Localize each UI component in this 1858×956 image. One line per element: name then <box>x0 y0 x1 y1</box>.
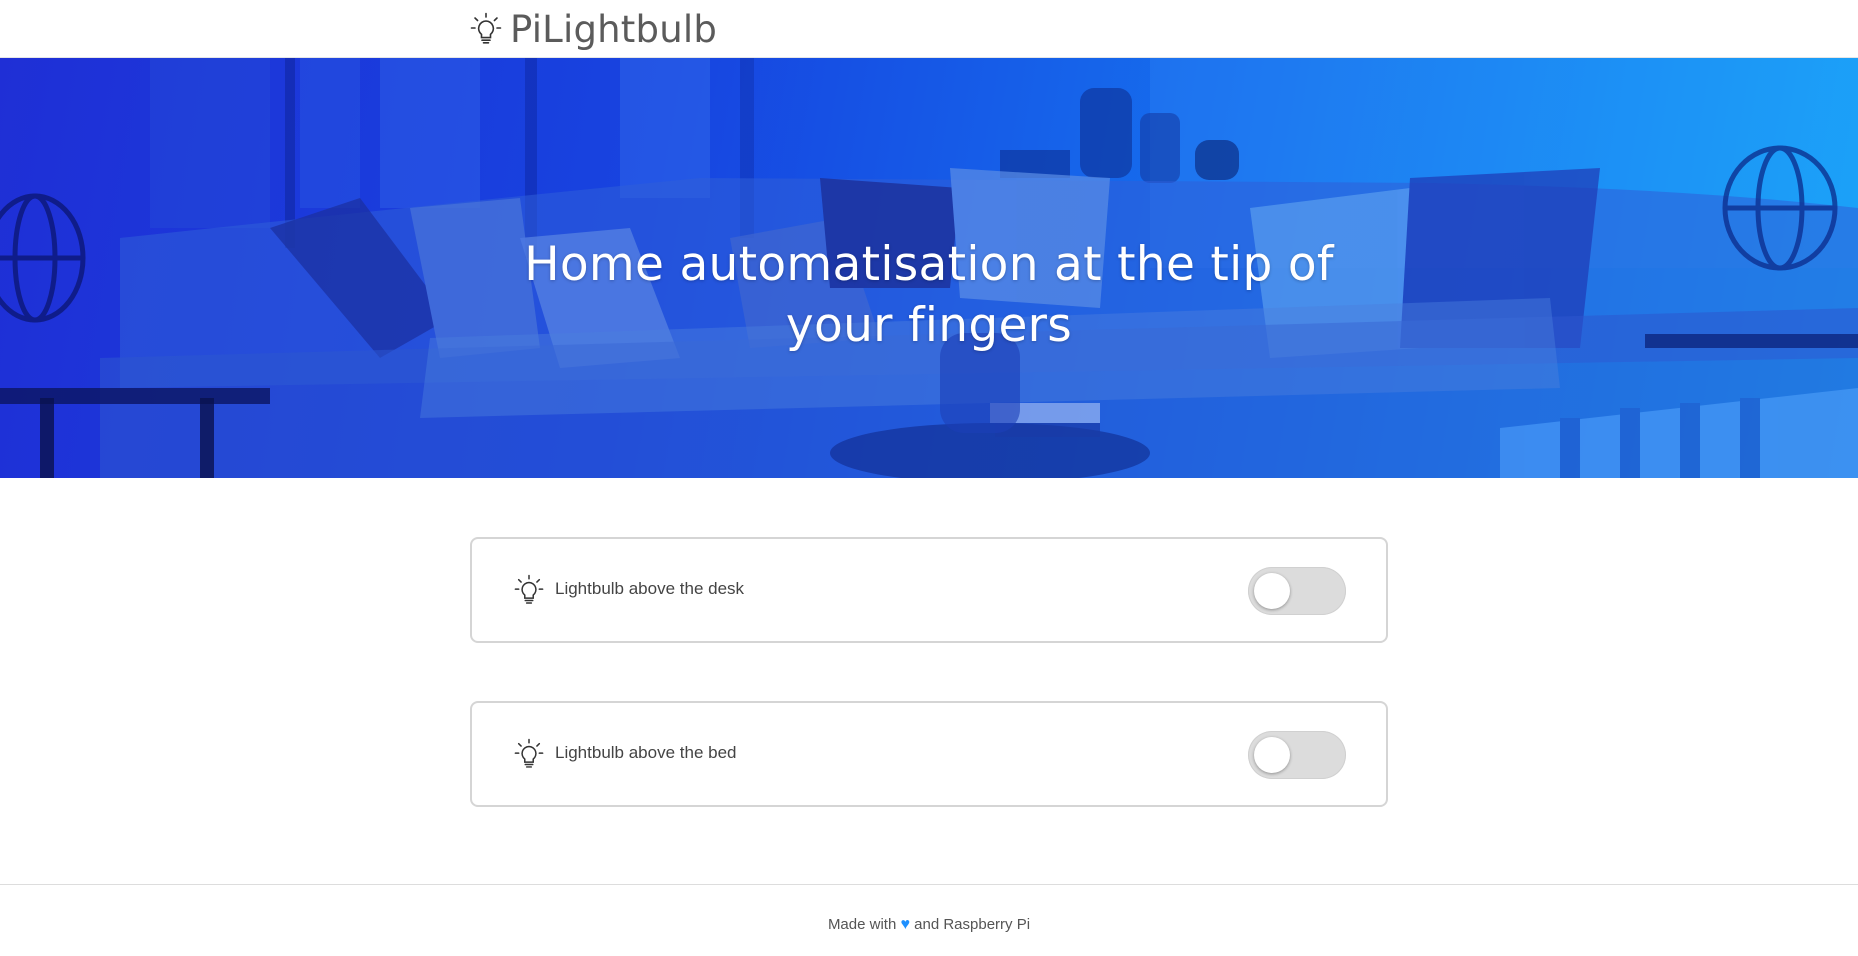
toggle-switch-bed[interactable] <box>1248 731 1346 779</box>
footer-made-with: Made with <box>827 916 897 933</box>
light-card-desk: Lightbulb above the desk <box>470 537 1388 643</box>
hero-banner: Home automatisation at the tip of your f… <box>0 58 1858 478</box>
heart-icon: ♥ <box>900 916 910 933</box>
brand-logo-link[interactable]: PiLightbulb <box>470 4 717 54</box>
toggle-knob <box>1254 573 1290 609</box>
footer-suffix: and Raspberry Pi <box>914 916 1031 933</box>
lightbulb-icon <box>514 738 544 768</box>
site-header: PiLightbulb <box>0 0 1858 58</box>
toggle-switch-desk[interactable] <box>1248 567 1346 615</box>
footer: Made with ♥ and Raspberry Pi <box>0 916 1858 934</box>
hero-title: Home automatisation at the tip of your f… <box>524 237 1334 354</box>
lightbulb-icon <box>514 574 544 604</box>
light-card-bed: Lightbulb above the bed <box>470 701 1388 807</box>
toggle-knob <box>1254 737 1290 773</box>
brand-name: PiLightbulb <box>510 7 718 51</box>
footer-divider <box>0 884 1858 885</box>
lightbulb-icon <box>470 12 502 44</box>
light-label-bed: Lightbulb above the bed <box>555 743 737 762</box>
light-label-desk: Lightbulb above the desk <box>555 579 745 598</box>
